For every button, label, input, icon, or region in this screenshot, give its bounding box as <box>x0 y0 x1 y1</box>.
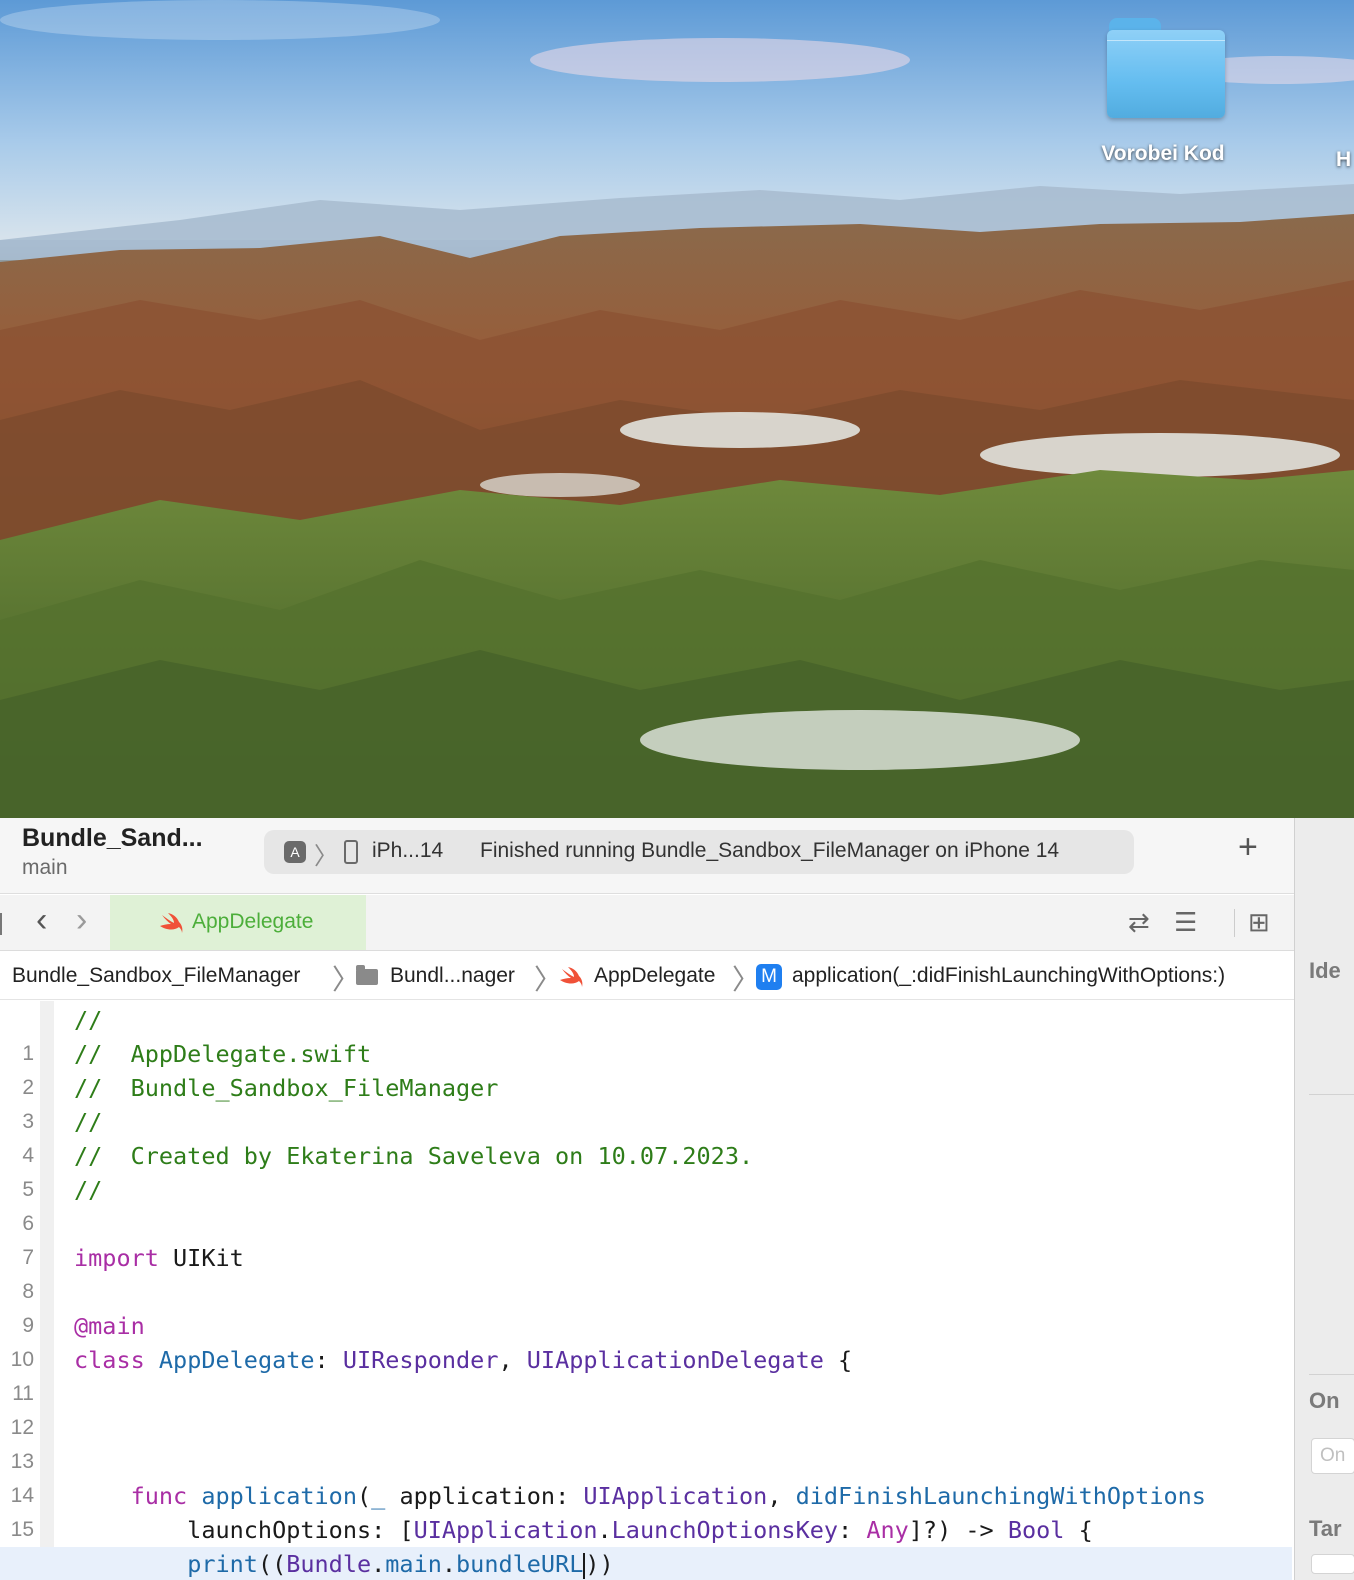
code-import: import UIKit <box>74 1244 244 1272</box>
run-destination[interactable]: iPh...14 <box>372 839 443 863</box>
tab-label: AppDelegate <box>192 910 314 933</box>
code-line[interactable]: 11 class AppDelegate: UIResponder, UIApp… <box>0 1343 1292 1405</box>
tab-appdelegate[interactable]: AppDelegate <box>110 895 366 950</box>
forward-chevron-icon[interactable]: › <box>76 903 87 937</box>
code-line[interactable]: 8 import UIKit <box>0 1241 1292 1303</box>
divider <box>1309 1374 1354 1375</box>
code-line[interactable]: 3 // Bundle_Sandbox_FileManager <box>0 1071 1292 1133</box>
jump-bar-project[interactable]: Bundle_Sandbox_FileManager <box>12 964 300 988</box>
jump-bar-method[interactable]: application(_:didFinishLaunchingWithOpti… <box>792 964 1225 988</box>
desktop-wallpaper: Vorobei Kod H <box>0 0 1354 818</box>
source-editor[interactable]: 1 // 2 // AppDelegate.swift 3 // Bundle_… <box>0 1001 1292 1580</box>
code-func-parameters: launchOptions: [UIApplication.LaunchOpti… <box>74 1516 1093 1544</box>
swift-icon <box>560 967 583 987</box>
code-line[interactable]: 14 <box>0 1445 1292 1507</box>
xcode-window: Bundle_Sand... main A 〉 iPh...14 Finishe… <box>0 818 1354 1580</box>
code-class-declaration: class AppDelegate: UIResponder, UIApplic… <box>74 1346 853 1374</box>
identity-section-label: Ide <box>1309 958 1341 983</box>
code-line[interactable]: 13 <box>0 1411 1292 1473</box>
code-comment: // AppDelegate.swift <box>74 1040 372 1068</box>
on-demand-tags-input[interactable]: On <box>1311 1438 1354 1474</box>
desktop-folder-label: Vorobei Kod <box>1101 142 1225 165</box>
editor-tab-bar: ‹ › AppDelegate ⇄ ☰ ⊞ <box>0 895 1300 951</box>
inspector-panel: Ide On On Tar <box>1294 818 1354 1580</box>
code-comment: // <box>74 1176 103 1204</box>
on-demand-section-label: On <box>1309 1388 1340 1413</box>
desktop-folder-label-partial[interactable]: H <box>1336 148 1351 172</box>
code-line[interactable]: 6 // <box>0 1173 1292 1235</box>
code-line[interactable]: 9 <box>0 1275 1292 1337</box>
target-section-label: Tar <box>1309 1516 1342 1541</box>
code-line[interactable]: 2 // AppDelegate.swift <box>0 1037 1292 1099</box>
chevron-right-icon: 〉 <box>314 843 338 870</box>
add-plus-icon[interactable]: + <box>1238 830 1258 864</box>
branch-name: main <box>22 856 68 879</box>
code-line-continuation[interactable]: launchOptions: [UIApplication.LaunchOpti… <box>0 1513 1292 1547</box>
add-editor-pane-icon[interactable]: ⊞ <box>1248 909 1270 935</box>
code-line[interactable]: 12 <box>0 1377 1292 1439</box>
jump-bar-file[interactable]: AppDelegate <box>594 964 715 988</box>
input-placeholder: On <box>1320 1445 1346 1466</box>
code-print-statement: print((Bundle.main.bundleURL)) <box>187 1550 614 1579</box>
code-line[interactable]: 7 <box>0 1207 1292 1269</box>
iphone-device-icon[interactable] <box>344 840 358 864</box>
app-store-icon[interactable]: A <box>284 841 306 863</box>
folder-icon <box>356 965 378 985</box>
code-line[interactable]: 1 // <box>0 1003 1292 1065</box>
code-line[interactable]: 10 @main <box>0 1309 1292 1371</box>
code-line[interactable]: 15 func application(_ application: UIApp… <box>0 1479 1292 1541</box>
target-checkbox[interactable] <box>1311 1554 1354 1574</box>
desktop-folder-vorobei-kod[interactable]: Vorobei Kod <box>1098 14 1228 166</box>
code-comment: // Created by Ekaterina Saveleva on 10.0… <box>74 1142 754 1170</box>
activity-status-bar[interactable]: A 〉 iPh...14 Finished running Bundle_San… <box>264 830 1134 874</box>
divider <box>1309 1094 1354 1095</box>
code-comment: // <box>74 1108 103 1136</box>
toolbar-divider <box>1234 909 1235 937</box>
swap-arrows-icon[interactable]: ⇄ <box>1128 909 1150 935</box>
code-func-declaration: func application(_ application: UIApplic… <box>130 1482 1206 1510</box>
method-badge-icon: M <box>756 964 782 990</box>
code-comment: // Bundle_Sandbox_FileManager <box>74 1074 499 1102</box>
code-comment: // <box>74 1006 103 1034</box>
code-line[interactable]: 4 // <box>0 1105 1292 1167</box>
folder-icon <box>1103 14 1225 118</box>
project-name[interactable]: Bundle_Sand... <box>22 824 203 853</box>
swift-icon <box>160 913 183 933</box>
jump-bar-group[interactable]: Bundl...nager <box>390 964 515 988</box>
navigator-toggle-icon[interactable] <box>0 913 4 935</box>
back-chevron-icon[interactable]: ‹ <box>36 903 47 937</box>
code-line-current[interactable]: 16 print((Bundle.main.bundleURL)) <box>0 1547 1292 1580</box>
code-line[interactable]: 5 // Created by Ekaterina Saveleva on 10… <box>0 1139 1292 1201</box>
build-status-text: Finished running Bundle_Sandbox_FileMana… <box>480 839 1060 862</box>
editor-options-icon[interactable]: ☰ <box>1174 909 1197 935</box>
jump-bar: Bundle_Sandbox_FileManager 〉 Bundl...nag… <box>0 952 1300 1000</box>
window-toolbar: Bundle_Sand... main A 〉 iPh...14 Finishe… <box>0 818 1300 894</box>
text-cursor <box>583 1552 586 1579</box>
code-attribute: @main <box>74 1312 145 1340</box>
